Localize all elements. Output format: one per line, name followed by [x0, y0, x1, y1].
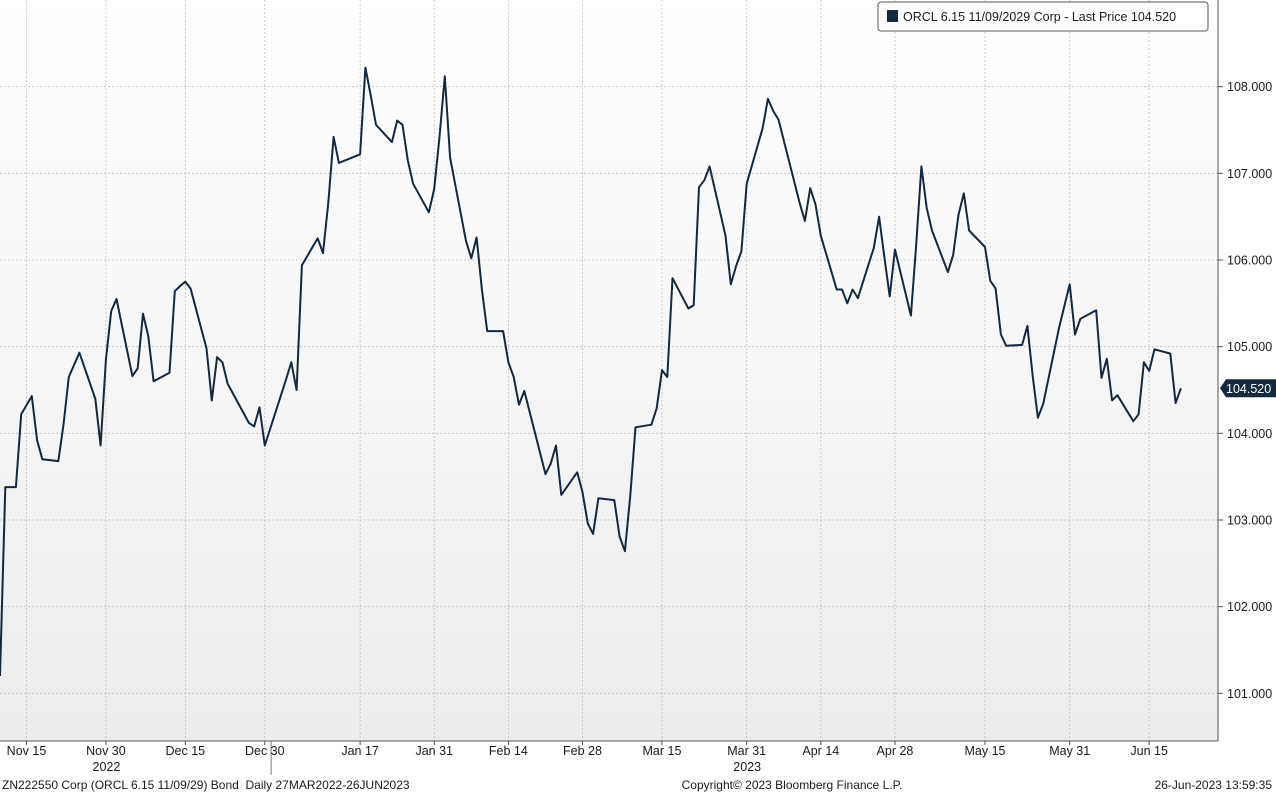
x-year-label: 2023: [733, 760, 761, 774]
footer-center: Copyright© 2023 Bloomberg Finance L.P.: [682, 778, 903, 792]
y-tick-label: 107.000: [1227, 167, 1272, 181]
plot-background: [0, 0, 1218, 741]
footer-left: ZN222550 Corp (ORCL 6.15 11/09/29) Bond …: [2, 778, 410, 792]
legend: ORCL 6.15 11/09/2029 Corp - Last Price 1…: [877, 1, 1209, 32]
x-tick-label: Jun 15: [1130, 744, 1168, 758]
x-tick-label: Nov 30: [86, 744, 126, 758]
x-tick-label: Dec 15: [166, 744, 206, 758]
y-tick-label: 108.000: [1227, 80, 1272, 94]
x-year-label: 2022: [93, 760, 121, 774]
x-tick-label: Dec 30: [245, 744, 285, 758]
legend-swatch: [887, 10, 898, 22]
price-chart: 101.000 102.000 103.000 104.000 105.000 106.0…: [0, 0, 1276, 792]
y-tick-label: 104.000: [1227, 427, 1272, 441]
last-price-tag: 104.520: [1220, 379, 1276, 398]
x-tick-label: May 15: [964, 744, 1005, 758]
y-tick-label: 101.000: [1227, 687, 1272, 701]
x-tick-label: Jan 31: [415, 744, 453, 758]
chart-area: 101.000 102.000 103.000 104.000 105.000 106.0…: [0, 0, 1276, 793]
x-tick-label: Jan 17: [341, 744, 379, 758]
x-tick-label: Apr 14: [802, 744, 839, 758]
y-tick-label: 103.000: [1227, 514, 1272, 528]
footer-right: 26-Jun-2023 13:59:35: [1155, 778, 1273, 792]
x-tick-label: Nov 15: [7, 744, 47, 758]
x-tick-label: Apr 28: [877, 744, 914, 758]
legend-label: ORCL 6.15 11/09/2029 Corp - Last Price 1…: [903, 10, 1176, 24]
x-tick-label: May 31: [1049, 744, 1090, 758]
footer: ZN222550 Corp (ORCL 6.15 11/09/29) Bond …: [2, 778, 1272, 792]
x-tick-label: Feb 14: [489, 744, 528, 758]
x-tick-label: Feb 28: [563, 744, 602, 758]
last-price-label: 104.520: [1226, 382, 1271, 396]
x-tick-label: Mar 31: [727, 744, 766, 758]
y-tick-label: 102.000: [1227, 600, 1272, 614]
y-tick-label: 105.000: [1227, 340, 1272, 354]
y-tick-label: 106.000: [1227, 254, 1272, 268]
x-tick-label: Mar 15: [643, 744, 682, 758]
